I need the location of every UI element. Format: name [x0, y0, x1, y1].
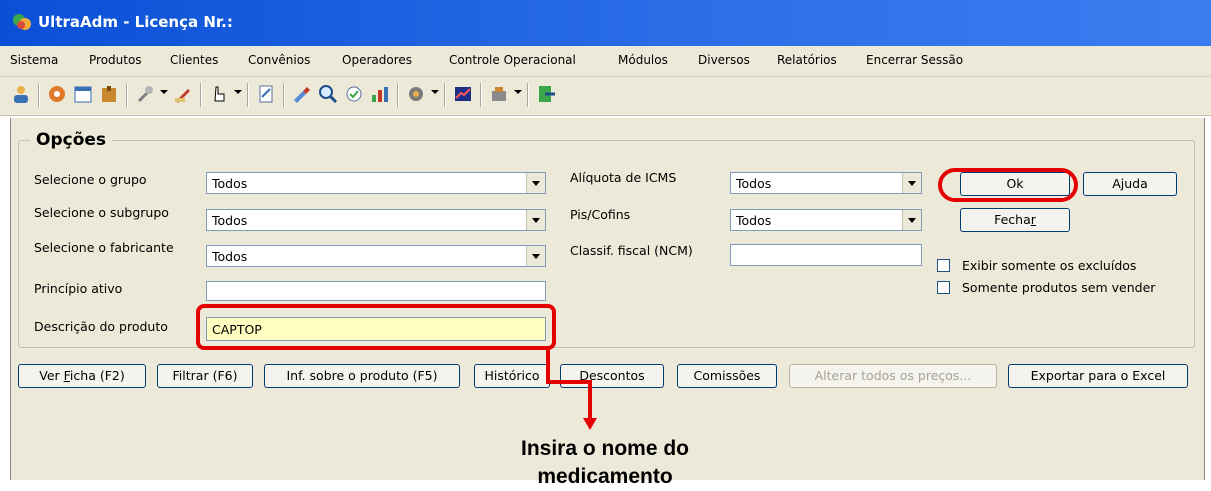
window-title: UltraAdm - Licença Nr.: [38, 13, 233, 31]
exit-icon[interactable] [535, 83, 557, 105]
pen-icon[interactable] [291, 83, 313, 105]
pis-cofins-label: Pis/Cofins [570, 207, 631, 222]
ncm-label: Classif. fiscal (NCM) [570, 243, 693, 258]
stamp-icon[interactable] [343, 83, 365, 105]
menu-controle-operacional[interactable]: Controle Operacional [449, 53, 576, 67]
menu-convenios[interactable]: Convênios [248, 53, 310, 67]
toolbar [0, 77, 1211, 116]
history-button[interactable]: Histórico [474, 364, 550, 388]
annotation-line-vertical [546, 348, 550, 384]
export-excel-button[interactable]: Exportar para o Excel [1008, 364, 1188, 388]
icms-select[interactable]: Todos [730, 172, 922, 194]
menu-clientes[interactable]: Clientes [170, 53, 218, 67]
commissions-button[interactable]: Comissões [677, 364, 777, 388]
chevron-down-icon[interactable] [526, 173, 545, 193]
active-ingredient-label: Princípio ativo [34, 281, 123, 296]
menu-modulos[interactable]: Módulos [618, 53, 668, 67]
ok-highlight [938, 168, 1078, 202]
menu-diversos[interactable]: Diversos [698, 53, 750, 67]
description-highlight [196, 304, 556, 350]
manufacturer-label: Selecione o fabricante [34, 240, 174, 255]
subgroup-label: Selecione o subgrupo [34, 205, 169, 220]
filter-button[interactable]: Filtrar (F6) [157, 364, 253, 388]
menu-operadores[interactable]: Operadores [342, 53, 412, 67]
menu-relatorios[interactable]: Relatórios [777, 53, 837, 67]
excluded-checkbox[interactable] [937, 259, 950, 272]
chevron-down-icon[interactable] [902, 210, 921, 230]
options-title: Opções [30, 130, 113, 150]
document-icon[interactable] [255, 83, 277, 105]
arrow-down-icon [583, 418, 597, 430]
group-label: Selecione o grupo [34, 172, 147, 187]
chevron-down-icon[interactable] [526, 246, 545, 266]
wrench-icon[interactable] [134, 83, 156, 105]
magnifier-icon[interactable] [317, 83, 339, 105]
pis-cofins-select[interactable]: Todos [730, 209, 922, 231]
active-ingredient-input[interactable] [206, 281, 546, 301]
manufacturer-select[interactable]: Todos [206, 245, 546, 267]
pencil-icon[interactable] [172, 83, 194, 105]
annotation-text: Insira o nome do medicamento [520, 437, 690, 488]
settings-icon[interactable] [46, 83, 68, 105]
close-button[interactable]: Fechar [960, 208, 1070, 232]
app-logo-icon [12, 12, 32, 32]
user-icon[interactable] [10, 83, 32, 105]
chart-icon[interactable] [369, 83, 391, 105]
tools-icon[interactable] [405, 83, 427, 105]
discounts-button[interactable]: Descontos [560, 364, 664, 388]
ncm-input[interactable] [730, 244, 922, 266]
group-select[interactable]: Todos [206, 172, 546, 194]
menu-sistema[interactable]: Sistema [10, 53, 58, 67]
unsold-checkbox[interactable] [937, 281, 950, 294]
excluded-label: Exibir somente os excluídos [962, 258, 1137, 273]
menu-bar: Sistema Produtos Clientes Convênios Oper… [0, 46, 1211, 77]
hand-icon[interactable] [208, 83, 230, 105]
icms-label: Alíquota de ICMS [570, 170, 677, 185]
description-label: Descrição do produto [34, 319, 168, 334]
calendar-icon[interactable] [72, 83, 94, 105]
chevron-down-icon[interactable] [902, 173, 921, 193]
graph-icon[interactable] [452, 83, 474, 105]
annotation-line-down [588, 380, 592, 420]
annotation-line-horizontal [546, 380, 592, 384]
product-info-button[interactable]: Inf. sobre o produto (F5) [264, 364, 460, 388]
unsold-label: Somente produtos sem vender [962, 280, 1156, 295]
menu-produtos[interactable]: Produtos [89, 53, 142, 67]
chevron-down-icon[interactable] [526, 210, 545, 230]
change-all-prices-button: Alterar todos os preços... [789, 364, 997, 388]
help-button[interactable]: Ajuda [1083, 172, 1177, 196]
view-record-button[interactable]: Ver Ficha (F2) [18, 364, 146, 388]
menu-encerrar-sessao[interactable]: Encerrar Sessão [866, 53, 963, 67]
tools-alt-icon[interactable] [488, 83, 510, 105]
subgroup-select[interactable]: Todos [206, 209, 546, 231]
box-icon[interactable] [98, 83, 120, 105]
